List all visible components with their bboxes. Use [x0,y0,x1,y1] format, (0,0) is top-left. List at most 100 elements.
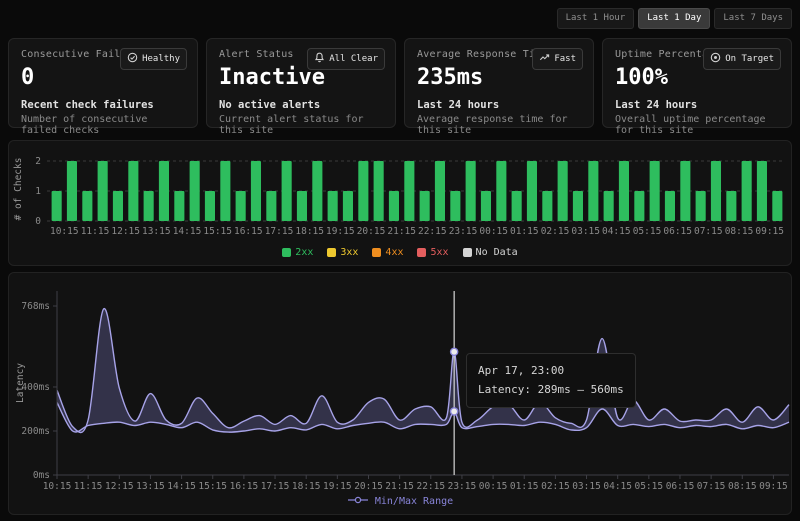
bar-2xx[interactable] [312,161,322,221]
x-tick-label: 22:15 [416,481,445,491]
legend-label: 4xx [385,247,403,258]
bar-2xx[interactable] [481,191,491,221]
legend-item-4xx: 4xx [372,247,403,258]
bar-2xx[interactable] [466,161,476,221]
bar-2xx[interactable] [205,191,215,221]
bar-2xx[interactable] [634,191,644,221]
x-tick-label: 09:15 [755,226,784,237]
legend-label: Min/Max Range [375,496,453,507]
bar-2xx[interactable] [588,161,598,221]
bar-2xx[interactable] [726,191,736,221]
time-range-button-last-7-days[interactable]: Last 7 Days [714,8,792,29]
bar-2xx[interactable] [174,191,184,221]
bar-2xx[interactable] [374,161,384,221]
bar-2xx[interactable] [328,191,338,221]
bar-2xx[interactable] [236,191,246,221]
bar-2xx[interactable] [496,161,506,221]
x-tick-label: 18:15 [292,481,321,491]
minmax-band [57,309,789,433]
x-tick-label: 14:15 [173,226,202,237]
y-tick-label: 2 [35,156,41,167]
status-badge-healthy: Healthy [120,48,187,70]
x-tick-label: 08:15 [725,226,754,237]
bar-2xx[interactable] [558,161,568,221]
bar-2xx[interactable] [542,191,552,221]
status-badge-fast: Fast [532,48,583,70]
bar-2xx[interactable] [220,161,230,221]
status-badge-all-clear: All Clear [307,48,385,70]
bar-2xx[interactable] [696,191,706,221]
bar-2xx[interactable] [113,191,123,221]
card-consecutive-failures: Consecutive Failures Healthy 0 Recent ch… [8,38,198,128]
latency-area-chart[interactable]: 0ms200ms400ms768ms10:1511:1512:1513:1514… [9,277,793,491]
bar-2xx[interactable] [389,191,399,221]
bar-2xx[interactable] [251,161,261,221]
bar-2xx[interactable] [266,191,276,221]
x-tick-label: 05:15 [634,481,663,491]
x-tick-label: 23:15 [448,481,477,491]
x-tick-label: 04:15 [603,481,632,491]
bar-2xx[interactable] [343,191,353,221]
bar-2xx[interactable] [358,161,368,221]
y-tick-label: 0ms [33,470,50,481]
latency-chart-panel: 0ms200ms400ms768ms10:1511:1512:1513:1514… [8,272,792,515]
x-tick-label: 08:15 [728,481,757,491]
legend-label: 5xx [430,247,448,258]
y-axis-title: Latency [15,363,26,403]
x-tick-label: 03:15 [571,226,600,237]
bar-2xx[interactable] [82,191,92,221]
badge-label: Healthy [142,54,180,64]
stat-subtitle: No active alerts [219,99,383,111]
bar-2xx[interactable] [450,191,460,221]
bar-2xx[interactable] [159,161,169,221]
legend-swatch-2xx [282,248,291,257]
target-icon [710,52,721,66]
bar-2xx[interactable] [604,191,614,221]
bar-2xx[interactable] [711,161,721,221]
bar-2xx[interactable] [98,161,108,221]
bar-2xx[interactable] [52,191,62,221]
bar-2xx[interactable] [420,191,430,221]
bar-2xx[interactable] [67,161,77,221]
stat-description: Number of consecutive failed checks [21,114,185,136]
legend-swatch-5xx [417,248,426,257]
time-range-button-last-1-hour[interactable]: Last 1 Hour [557,8,635,29]
bar-2xx[interactable] [435,161,445,221]
bar-2xx[interactable] [650,161,660,221]
x-tick-label: 09:15 [759,481,788,491]
x-tick-label: 15:15 [203,226,232,237]
bar-2xx[interactable] [665,191,675,221]
bar-2xx[interactable] [128,161,138,221]
bar-2xx[interactable] [527,161,537,221]
bar-2xx[interactable] [282,161,292,221]
bar-2xx[interactable] [772,191,782,221]
bar-2xx[interactable] [757,161,767,221]
bar-2xx[interactable] [512,191,522,221]
x-tick-label: 16:15 [234,226,263,237]
checks-bar-chart[interactable]: 01210:1511:1512:1513:1514:1515:1516:1517… [9,143,793,239]
stat-description: Current alert status for this site [219,114,383,136]
legend-label: 3xx [340,247,358,258]
x-tick-label: 12:15 [111,226,140,237]
card-average-response-time: Average Response Time Fast 235ms Last 24… [404,38,594,128]
time-range-button-last-1-day[interactable]: Last 1 Day [638,8,710,29]
bar-2xx[interactable] [297,191,307,221]
stat-cards-row: Consecutive Failures Healthy 0 Recent ch… [8,38,792,128]
bar-2xx[interactable] [742,161,752,221]
bar-2xx[interactable] [619,161,629,221]
tooltip-timestamp: Apr 17, 23:00 [478,362,624,381]
x-tick-label: 17:15 [265,226,294,237]
bar-2xx[interactable] [190,161,200,221]
line-marker-icon [347,495,369,508]
bar-2xx[interactable] [573,191,583,221]
bar-2xx[interactable] [404,161,414,221]
x-tick-label: 19:15 [323,481,352,491]
bar-2xx[interactable] [144,191,154,221]
legend-label: 2xx [295,247,313,258]
stat-subtitle: Recent check failures [21,99,185,111]
x-tick-label: 10:15 [50,226,79,237]
x-tick-label: 11:15 [74,481,103,491]
x-tick-label: 12:15 [105,481,134,491]
bar-2xx[interactable] [680,161,690,221]
x-tick-label: 01:15 [510,226,539,237]
